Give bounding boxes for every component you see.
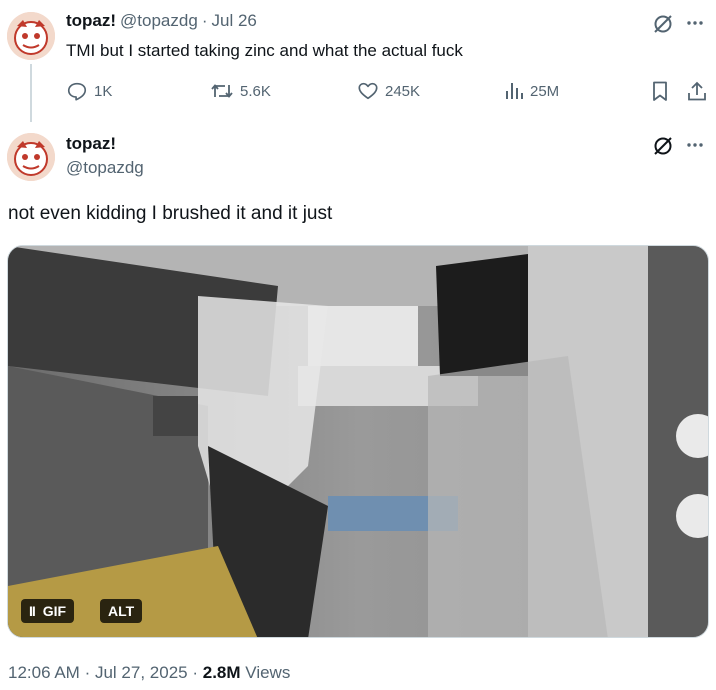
post-full-date[interactable]: Jul 27, 2025 <box>95 663 188 682</box>
gif-controls: II GIF <box>21 599 75 623</box>
avatar[interactable] <box>7 133 55 181</box>
gif-media[interactable]: II GIF ALT <box>7 245 709 638</box>
post-text: TMI but I started taking zinc and what t… <box>66 41 463 60</box>
reply-count: 1K <box>94 82 113 100</box>
views-button[interactable]: 25M <box>504 80 559 102</box>
like-button[interactable]: 245K <box>357 80 420 102</box>
repost-icon <box>211 84 233 98</box>
display-name[interactable]: topaz! <box>66 11 116 31</box>
separator: · <box>201 11 208 30</box>
display-name[interactable]: topaz! <box>66 134 116 154</box>
more-icon[interactable] <box>684 134 706 161</box>
gif-badge: GIF <box>42 603 67 619</box>
like-icon <box>358 82 378 100</box>
share-icon[interactable] <box>686 80 708 107</box>
pause-button[interactable]: II <box>29 603 36 619</box>
post-time[interactable]: 12:06 AM <box>8 663 80 682</box>
post-header: topaz! @topazdg · Jul 26 <box>66 11 257 31</box>
separator: · <box>84 663 91 682</box>
avatar[interactable] <box>7 12 55 60</box>
views-count: 25M <box>530 82 560 100</box>
more-icon[interactable] <box>684 12 706 39</box>
views-total: 2.8M <box>202 663 241 682</box>
post-text: not even kidding I brushed it and it jus… <box>8 203 333 224</box>
thread-line <box>30 64 32 122</box>
reply-button[interactable]: 1K <box>66 80 112 102</box>
handle[interactable]: @topazdg <box>120 11 198 31</box>
separator: · <box>192 663 199 682</box>
avatar-image <box>7 133 55 181</box>
repost-count: 5.6K <box>240 82 271 100</box>
grok-icon[interactable] <box>652 135 674 162</box>
repost-button[interactable]: 5.6K <box>210 80 271 102</box>
views-icon <box>506 83 523 99</box>
alt-button[interactable]: ALT <box>100 599 143 623</box>
views-label: Views <box>245 663 291 682</box>
grok-icon[interactable] <box>652 13 674 40</box>
handle[interactable]: @topazdg <box>66 158 144 178</box>
like-count: 245K <box>385 82 421 100</box>
post-timestamp: 12:06 AM · Jul 27, 2025 · 2.8M Views <box>8 663 290 683</box>
post-date[interactable]: Jul 26 <box>211 11 256 31</box>
avatar-image <box>7 12 55 60</box>
gif-frame <box>8 246 708 637</box>
reply-icon <box>67 82 87 101</box>
bookmark-icon[interactable] <box>650 80 670 107</box>
